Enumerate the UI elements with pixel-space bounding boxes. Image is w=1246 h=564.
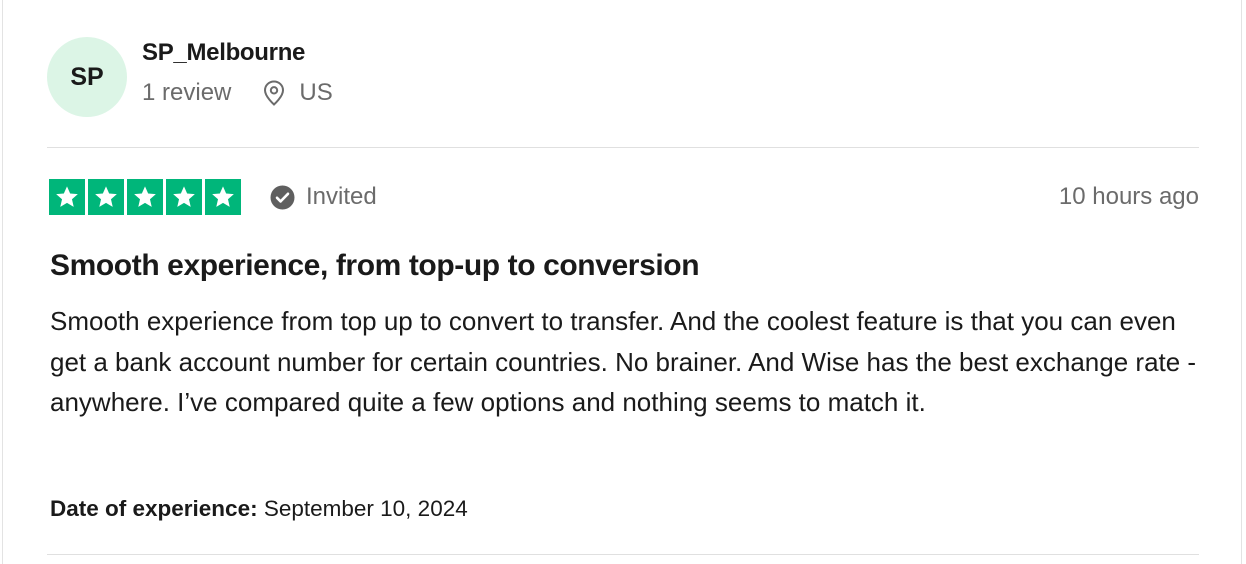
star-icon [205, 179, 241, 215]
consumer-location: US [263, 78, 333, 108]
review-body: Smooth experience from top up to convert… [50, 306, 1197, 417]
consumer-name[interactable]: SP_Melbourne [142, 38, 333, 68]
review-date[interactable]: 10 hours ago [1059, 183, 1199, 211]
consumer-header: SP SP_Melbourne 1 review US [47, 37, 333, 117]
divider [47, 147, 1199, 148]
experience-label: Date of experience: [50, 496, 258, 521]
avatar[interactable]: SP [47, 37, 127, 117]
divider [47, 554, 1199, 555]
date-of-experience: Date of experience: September 10, 2024 [50, 494, 468, 524]
location-pin-icon [263, 80, 285, 106]
review-count: 1 review [142, 79, 232, 106]
check-circle-icon [270, 185, 295, 210]
location-label: US [299, 79, 333, 106]
review-card: SP SP_Melbourne 1 review US Invited 10 h… [2, 0, 1242, 564]
star-icon [88, 179, 124, 215]
experience-date: September 10, 2024 [263, 496, 468, 521]
star-rating [49, 179, 241, 215]
star-icon [166, 179, 202, 215]
star-icon [127, 179, 163, 215]
review-title[interactable]: Smooth experience, from top-up to conver… [50, 248, 700, 284]
verification-badge[interactable]: Invited [270, 183, 377, 211]
consumer-meta: 1 review US [142, 78, 333, 108]
star-icon [49, 179, 85, 215]
verification-label: Invited [306, 183, 377, 210]
rating-row: Invited 10 hours ago [49, 179, 1199, 215]
consumer-info: SP_Melbourne 1 review US [142, 39, 333, 108]
